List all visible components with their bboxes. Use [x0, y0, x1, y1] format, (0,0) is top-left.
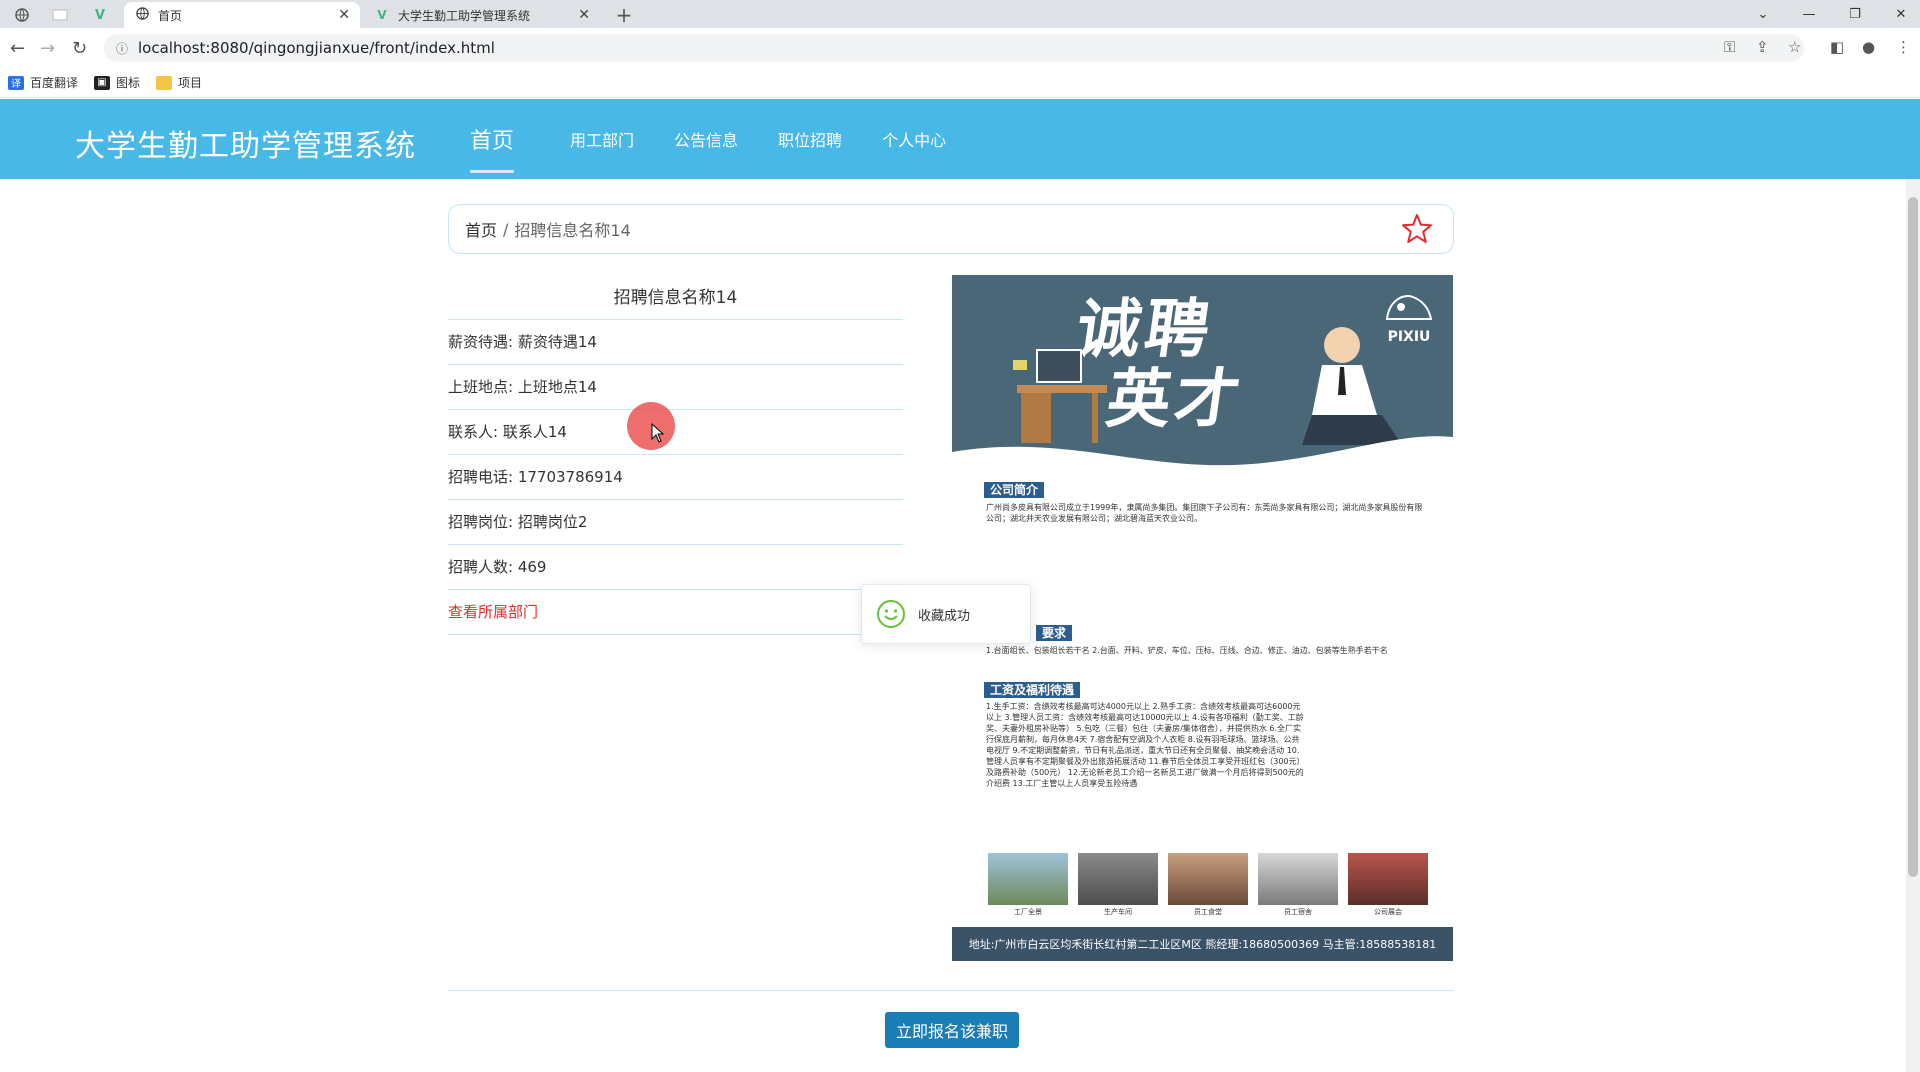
scrollbar-thumb[interactable]: [1908, 197, 1918, 877]
poster-benefits-text: 1.生手工资：含绩效考核最高可达4000元以上 2.熟手工资：含绩效考核最高可达…: [986, 702, 1305, 788]
main-menu: 首页 用工部门 公告信息 职位招聘 个人中心: [470, 99, 986, 179]
poster-photo-strip: 工厂全景 生产车间 员工食堂 员工宿舍 公司展会: [988, 853, 1428, 916]
smile-icon: [877, 600, 905, 628]
browser-tab-strip: V 首页 ✕ V 大学生勤工助学管理系统 ✕ + ⌄ — ❐ ✕: [0, 0, 1920, 28]
menu-item-personal-center[interactable]: 个人中心: [882, 99, 946, 179]
menu-item-home[interactable]: 首页: [470, 99, 515, 179]
photo-caption: 员工食堂: [1194, 908, 1222, 916]
bookmark-icons[interactable]: ▣ 图标: [94, 74, 140, 91]
page-scrollbar[interactable]: [1906, 179, 1920, 1072]
photo-caption: 生产车间: [1104, 908, 1132, 916]
menu-item-departments[interactable]: 用工部门: [570, 99, 634, 179]
detail-row-contact: 联系人: 联系人14: [448, 410, 903, 455]
breadcrumb: 首页 / 招聘信息名称14: [448, 204, 1454, 254]
vue-logo-icon[interactable]: V: [86, 4, 114, 26]
mouse-cursor-icon: [651, 423, 665, 443]
poster-photo: 工厂全景: [988, 853, 1068, 916]
poster-requirements-text: 1.台面组长、包装组长若干名 2.台面、开料、铲皮、车位、压标、压线、合边、修正…: [986, 646, 1388, 655]
content-divider: [448, 990, 1454, 991]
poster-section-intro: 公司简介: [984, 482, 1045, 498]
menu-dots-icon[interactable]: ⋮: [1896, 38, 1911, 56]
bookmark-label: 项目: [178, 76, 203, 90]
photo-caption: 公司展会: [1374, 908, 1402, 916]
minimize-icon[interactable]: —: [1786, 0, 1832, 28]
detail-row-salary: 薪资待遇: 薪资待遇14: [448, 320, 903, 365]
job-title: 招聘信息名称14: [448, 276, 903, 320]
image-icon: ▣: [94, 75, 111, 90]
site-info-icon[interactable]: ⓘ: [116, 40, 128, 57]
poster-footer: 地址:广州市白云区均禾街长红村第二工业区M区 熊经理:18680500369 马…: [952, 927, 1453, 961]
view-department-link[interactable]: 查看所属部门: [448, 590, 903, 635]
favorite-star-icon[interactable]: [1399, 211, 1435, 247]
site-title: 大学生勤工助学管理系统: [75, 129, 416, 164]
bookmark-project[interactable]: 项目: [156, 74, 202, 91]
bookmark-label: 百度翻译: [30, 76, 79, 90]
menu-item-recruitment[interactable]: 职位招聘: [778, 99, 842, 179]
poster-headline-line2: 英才: [1101, 363, 1249, 437]
url-text: localhost:8080/qingongjianxue/front/inde…: [138, 39, 495, 57]
browser-toolbar: ← → ↻ ⓘ localhost:8080/qingongjianxue/fr…: [0, 28, 1920, 68]
poster-section-requirements: 要求: [1036, 625, 1073, 641]
reload-icon[interactable]: ↻: [72, 38, 87, 59]
share-icon[interactable]: ⇪: [1756, 38, 1769, 56]
photo-caption: 员工宿舍: [1284, 908, 1312, 916]
vue-logo-icon: V: [377, 8, 387, 22]
bookmark-label: 图标: [116, 76, 141, 90]
new-tab-icon[interactable]: +: [610, 3, 638, 27]
detail-row-position: 招聘岗位: 招聘岗位2: [448, 500, 903, 545]
tab-title: 大学生勤工助学管理系统: [398, 8, 531, 23]
restore-icon[interactable]: ❐: [1832, 0, 1878, 28]
apply-job-button[interactable]: 立即报名该兼职: [885, 1012, 1019, 1048]
profile-icon[interactable]: ●: [1862, 38, 1875, 56]
toast-message: 收藏成功: [918, 608, 971, 624]
poster-banner: 诚聘 英才 PIXIU: [952, 275, 1453, 477]
close-tab-icon[interactable]: ✕: [578, 7, 590, 23]
photo-caption: 工厂全景: [1014, 908, 1042, 916]
breadcrumb-home[interactable]: 首页: [465, 217, 497, 241]
poster-photo: 员工食堂: [1168, 853, 1248, 916]
key-icon[interactable]: ⚿: [1724, 38, 1735, 56]
site-header: 大学生勤工助学管理系统 首页 用工部门 公告信息 职位招聘 个人中心: [0, 99, 1920, 179]
translate-icon: 译: [8, 75, 24, 90]
detail-row-location: 上班地点: 上班地点14: [448, 365, 903, 410]
bookmarks-bar: 译 百度翻译 ▣ 图标 项目: [0, 68, 1920, 98]
tab-search-icon[interactable]: ⌄: [1740, 0, 1786, 28]
forward-icon[interactable]: →: [40, 38, 55, 59]
close-tab-icon[interactable]: ✕: [338, 7, 350, 23]
breadcrumb-separator: /: [503, 219, 509, 239]
address-bar[interactable]: ⓘ localhost:8080/qingongjianxue/front/in…: [104, 34, 1804, 62]
tab-title: 首页: [158, 8, 183, 23]
poster-photo: 生产车间: [1078, 853, 1158, 916]
side-panel-icon[interactable]: ◧: [1830, 38, 1844, 56]
tab-system[interactable]: V 大学生勤工助学管理系统 ✕: [364, 2, 600, 28]
globe-icon[interactable]: [8, 4, 36, 26]
globe-icon: [134, 7, 150, 23]
bookmark-translate[interactable]: 译 百度翻译: [8, 74, 78, 91]
success-toast: 收藏成功: [861, 584, 1031, 644]
close-window-icon[interactable]: ✕: [1878, 0, 1920, 28]
tab-home[interactable]: 首页 ✕: [124, 2, 360, 28]
back-icon[interactable]: ←: [10, 38, 25, 59]
poster-photo: 公司展会: [1348, 853, 1428, 916]
detail-row-headcount: 招聘人数: 469: [448, 545, 903, 590]
job-detail: 招聘信息名称14 薪资待遇: 薪资待遇14 上班地点: 上班地点14 联系人: …: [448, 276, 903, 635]
blank-tab-icon[interactable]: [46, 4, 74, 26]
folder-icon: [156, 75, 173, 90]
poster-wave-icon: [952, 436, 1453, 477]
detail-row-phone: 招聘电话: 17703786914: [448, 455, 903, 500]
breadcrumb-current: 招聘信息名称14: [514, 221, 631, 240]
poster-intro-text: 广州尚多皮具有限公司成立于1999年，隶属尚多集团。集团旗下子公司有：东莞尚多家…: [986, 503, 1423, 523]
poster-section-benefits: 工资及福利待遇: [984, 682, 1081, 698]
menu-item-announcements[interactable]: 公告信息: [674, 99, 738, 179]
bookmark-star-icon[interactable]: ☆: [1788, 38, 1801, 56]
poster-photo: 员工宿舍: [1258, 853, 1338, 916]
